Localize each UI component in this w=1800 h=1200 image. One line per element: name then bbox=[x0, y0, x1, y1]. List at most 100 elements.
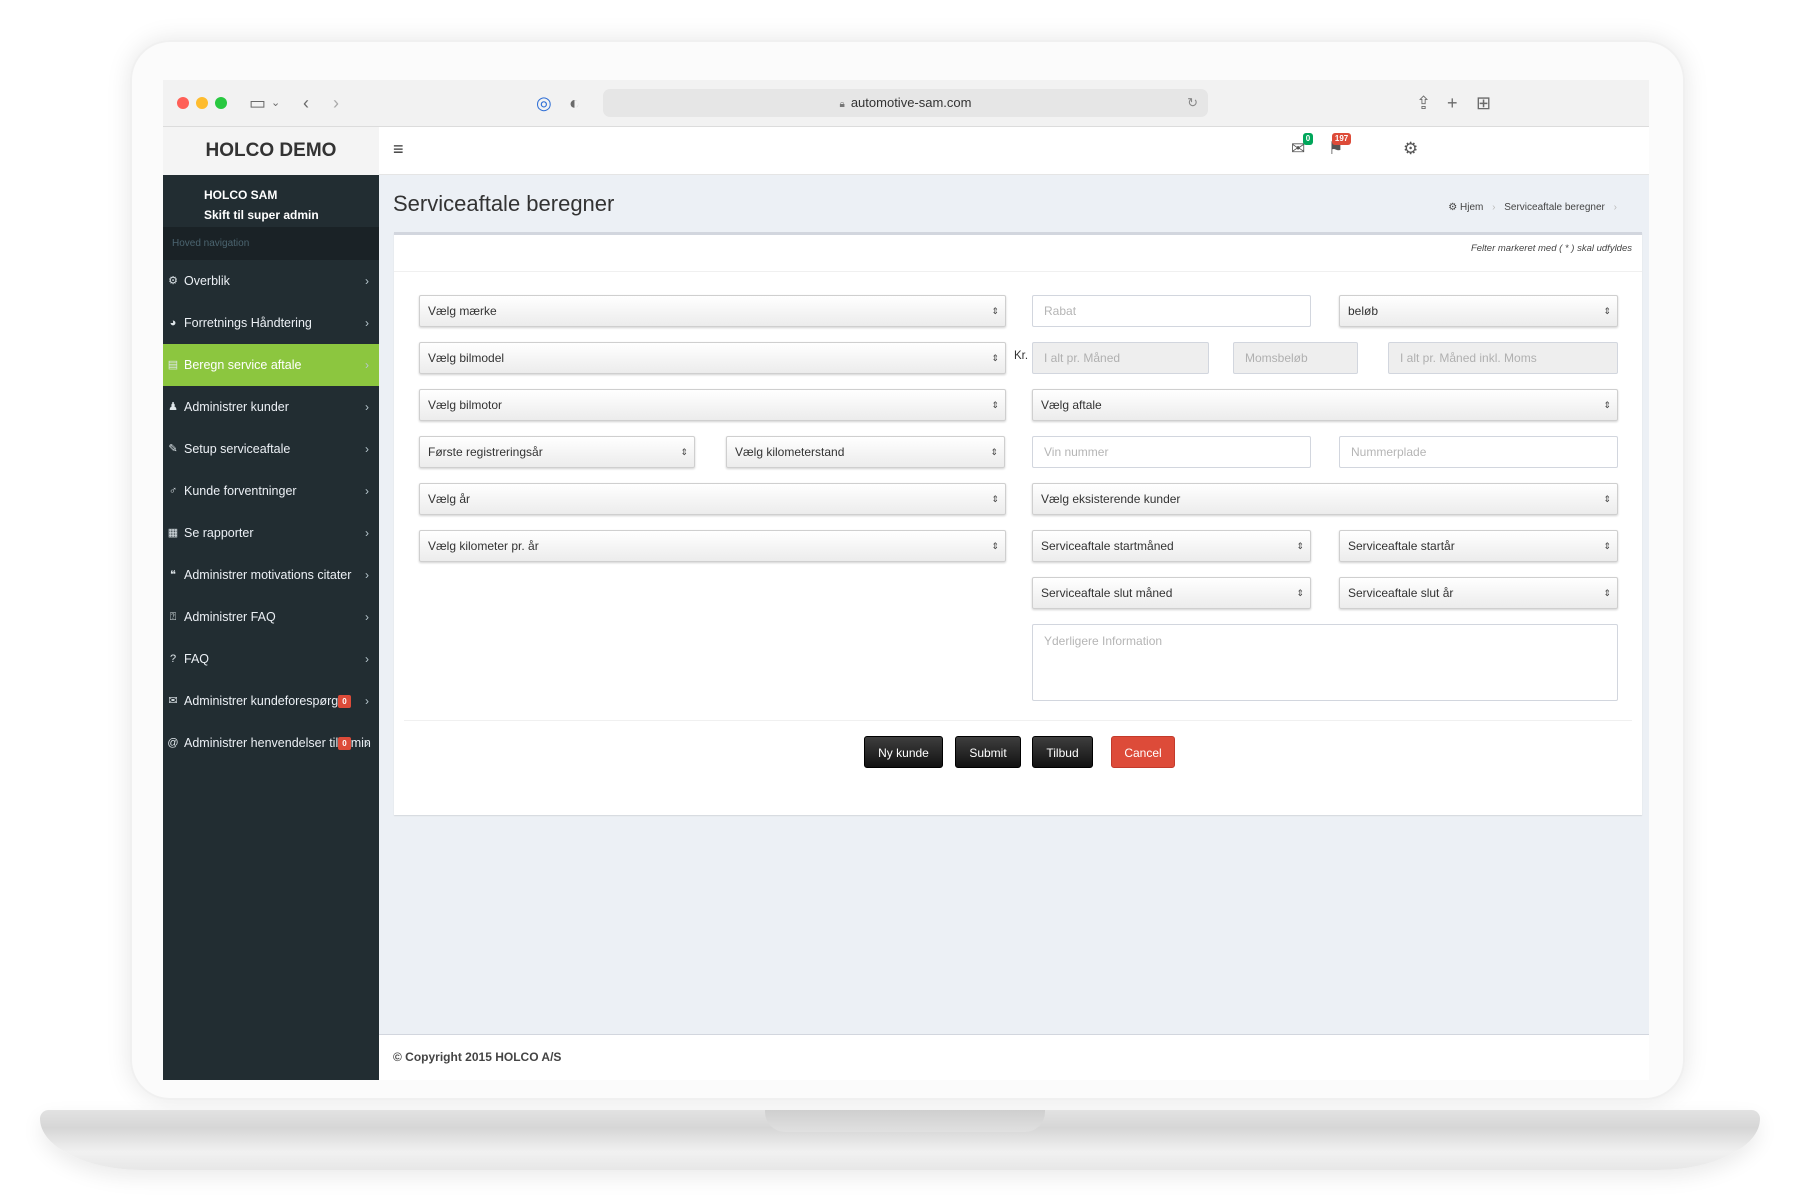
monthly-total-input: I alt pr. Måned bbox=[1032, 342, 1209, 374]
brand-select[interactable]: Vælg mærke ⇕ bbox=[419, 295, 1006, 327]
close-window-button[interactable] bbox=[177, 97, 189, 109]
settings-gears-icon[interactable]: ⚙ bbox=[1403, 139, 1418, 159]
sidebar-toggle-icon[interactable]: ▭ bbox=[249, 91, 266, 115]
reload-icon[interactable]: ↻ bbox=[1187, 89, 1198, 117]
select-arrows-icon: ⇕ bbox=[991, 541, 999, 551]
new-tab-icon[interactable]: + bbox=[1447, 91, 1458, 115]
sidebar-item-label: Kunde forventninger bbox=[184, 484, 297, 498]
first-registration-year-value: Første registreringsår bbox=[428, 445, 543, 459]
sidebar-item[interactable]: ♟ Administrer kunder › bbox=[163, 386, 379, 428]
end-year-select-value: Serviceaftale slut år bbox=[1348, 586, 1454, 600]
sidebar-item[interactable]: ◕ Forretnings Håndtering › bbox=[163, 302, 379, 344]
back-arrow-icon[interactable]: ‹ bbox=[303, 91, 309, 115]
additional-info-textarea[interactable]: Yderligere Information bbox=[1032, 624, 1618, 701]
sidebar-item[interactable]: ? FAQ › bbox=[163, 638, 379, 680]
tab-overview-icon[interactable]: ⊞ bbox=[1476, 91, 1491, 115]
maximize-window-button[interactable] bbox=[215, 97, 227, 109]
share-icon[interactable]: ⇪ bbox=[1416, 91, 1431, 115]
sidebar-item-label: Administrer kunder bbox=[184, 400, 289, 414]
sidebar-item[interactable]: ▦ Se rapporter › bbox=[163, 512, 379, 554]
forward-arrow-icon[interactable]: › bbox=[333, 91, 339, 115]
sidebar-item-label: Overblik bbox=[184, 274, 230, 288]
select-arrows-icon: ⇕ bbox=[1603, 400, 1611, 410]
app-header: HOLCO DEMO ≡ ✉ 0 ⚑ 197 ⚙ bbox=[163, 127, 1649, 175]
amount-type-select[interactable]: beløb ⇕ bbox=[1339, 295, 1618, 327]
sidebar-item-label: Se rapporter bbox=[184, 526, 254, 540]
required-fields-note: Felter markeret med ( * ) skal udfyldes bbox=[1470, 243, 1632, 254]
menu-toggle-icon[interactable]: ≡ bbox=[393, 139, 404, 160]
end-year-select[interactable]: Serviceaftale slut år ⇕ bbox=[1339, 577, 1618, 609]
currency-label: Kr. bbox=[1014, 350, 1029, 362]
sidebar-item[interactable]: ❝ Administrer motivations citater › bbox=[163, 554, 379, 596]
new-customer-button[interactable]: Ny kunde bbox=[864, 736, 943, 768]
start-year-select[interactable]: Serviceaftale startår ⇕ bbox=[1339, 530, 1618, 562]
select-arrows-icon: ⇕ bbox=[1296, 588, 1304, 598]
sidebar-item-label: Forretnings Håndtering bbox=[184, 316, 312, 330]
password-manager-icon[interactable]: ◎ bbox=[536, 91, 552, 115]
mail-icon[interactable]: ✉ 0 bbox=[1291, 133, 1314, 159]
engine-select[interactable]: Vælg bilmotor ⇕ bbox=[419, 389, 1006, 421]
flag-icon[interactable]: ⚑ 197 bbox=[1328, 133, 1352, 159]
chevron-right-icon: › bbox=[365, 400, 369, 414]
dashboard-icon: ⚙ bbox=[1448, 202, 1458, 213]
sidebar-item-label: Administrer kundeforespørg bbox=[184, 694, 339, 708]
start-year-select-value: Serviceaftale startår bbox=[1348, 539, 1455, 553]
amount-type-select-value: beløb bbox=[1348, 304, 1379, 318]
monthly-total-incl-vat-input: I alt pr. Måned inkl. Moms bbox=[1388, 342, 1618, 374]
breadcrumb: ⚙ Hjem › Serviceaftale beregner › bbox=[1448, 202, 1623, 213]
discount-input[interactable]: Rabat bbox=[1032, 295, 1311, 327]
wrench-icon: ✎ bbox=[168, 443, 178, 455]
sidebar-item[interactable]: ♂ Kunde forventninger › bbox=[163, 470, 379, 512]
count-badge: 0 bbox=[338, 737, 351, 751]
license-plate-input[interactable]: Nummerplade bbox=[1339, 436, 1618, 468]
quote-button[interactable]: Tilbud bbox=[1032, 736, 1093, 768]
model-select[interactable]: Vælg bilmodel ⇕ bbox=[419, 342, 1006, 374]
sidebar-item[interactable]: @ Administrer henvendelser til 0 min › bbox=[163, 722, 379, 764]
page-title: Serviceaftale beregner bbox=[393, 191, 615, 216]
existing-customers-select-value: Vælg eksisterende kunder bbox=[1041, 492, 1181, 506]
shield-icon[interactable]: ◐ bbox=[569, 91, 580, 115]
cancel-button[interactable]: Cancel bbox=[1111, 736, 1175, 768]
count-badge: 0 bbox=[338, 695, 351, 709]
question-icon: ? bbox=[169, 653, 177, 665]
sidebar-item[interactable]: ⍰ Administrer FAQ › bbox=[163, 596, 379, 638]
vat-amount-input: Momsbeløb bbox=[1233, 342, 1358, 374]
first-registration-year-select[interactable]: Første registreringsår ⇕ bbox=[419, 436, 695, 468]
sidebar-menu: ⚙ Overblik › ◕ Forretnings Håndtering › ▤ Bereg… bbox=[163, 260, 379, 764]
select-arrows-icon: ⇕ bbox=[1603, 494, 1611, 504]
address-bar[interactable]: 🔒︎ automotive-sam.com ↻ bbox=[603, 89, 1208, 117]
chevron-down-icon[interactable]: ⌄ bbox=[271, 91, 280, 115]
page-footer: © Copyright 2015 HOLCO A/S bbox=[379, 1034, 1649, 1080]
km-per-year-select[interactable]: Vælg kilometer pr. år ⇕ bbox=[419, 530, 1006, 562]
sidebar-item[interactable]: ⚙ Overblik › bbox=[163, 260, 379, 302]
sidebar-item-label: Setup serviceaftale bbox=[184, 442, 291, 456]
app-logo[interactable]: HOLCO DEMO bbox=[163, 127, 379, 175]
breadcrumb-home[interactable]: Hjem bbox=[1460, 202, 1483, 213]
mileage-select[interactable]: Vælg kilometerstand ⇕ bbox=[726, 436, 1005, 468]
breadcrumb-separator: › bbox=[1492, 202, 1496, 213]
km-per-year-select-value: Vælg kilometer pr. år bbox=[428, 539, 539, 553]
sidebar-item[interactable]: ▤ Beregn service aftale › bbox=[163, 344, 379, 386]
chevron-right-icon: › bbox=[365, 274, 369, 288]
existing-customers-select[interactable]: Vælg eksisterende kunder ⇕ bbox=[1032, 483, 1618, 515]
end-month-select[interactable]: Serviceaftale slut måned ⇕ bbox=[1032, 577, 1311, 609]
agreement-select[interactable]: Vælg aftale ⇕ bbox=[1032, 389, 1618, 421]
document-icon: ▤ bbox=[167, 359, 179, 371]
sidebar-item[interactable]: ✎ Setup serviceaftale › bbox=[163, 428, 379, 470]
select-arrows-icon: ⇕ bbox=[991, 353, 999, 363]
start-month-select[interactable]: Serviceaftale startmåned ⇕ bbox=[1032, 530, 1311, 562]
minimize-window-button[interactable] bbox=[196, 97, 208, 109]
sidebar-item[interactable]: ✉ Administrer kundeforespørg 0 › bbox=[163, 680, 379, 722]
chevron-right-icon: › bbox=[365, 442, 369, 456]
switch-super-admin-link[interactable]: Skift til super admin bbox=[204, 205, 379, 225]
sidebar-item-label: Administrer motivations citater bbox=[184, 568, 352, 582]
submit-button[interactable]: Submit bbox=[955, 736, 1021, 768]
year-select-value: Vælg år bbox=[428, 492, 471, 506]
chevron-right-icon: › bbox=[365, 736, 369, 750]
select-arrows-icon: ⇕ bbox=[991, 494, 999, 504]
vin-number-input[interactable]: Vin nummer bbox=[1032, 436, 1311, 468]
browser-toolbar: ▭ ⌄ ‹ › ◎ ◐ 🔒︎ automotive-sam.com ↻ ⇪ + ⊞ bbox=[163, 80, 1649, 127]
year-select[interactable]: Vælg år ⇕ bbox=[419, 483, 1006, 515]
chevron-right-icon: › bbox=[365, 316, 369, 330]
calculator-form-box: Felter markeret med ( * ) skal udfyldes … bbox=[394, 232, 1642, 815]
